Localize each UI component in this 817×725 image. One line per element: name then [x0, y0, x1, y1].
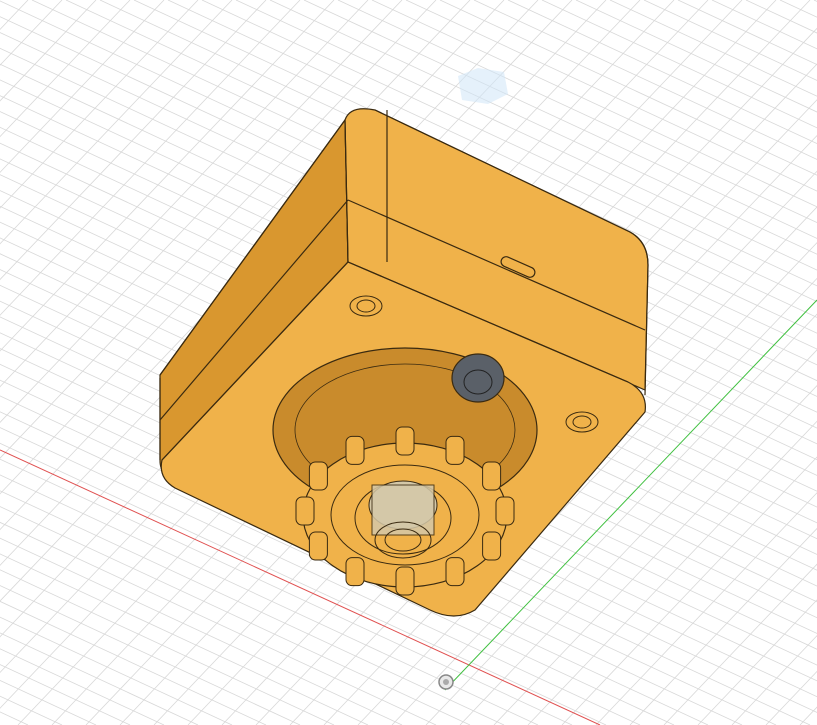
knurl-tooth	[482, 531, 502, 561]
model-canvas[interactable]	[0, 0, 817, 725]
lens-icon	[451, 353, 505, 403]
knurl-tooth	[482, 461, 502, 491]
knurl-tooth	[395, 426, 415, 456]
knurl-tooth	[445, 435, 465, 465]
knurl-tooth	[395, 566, 415, 596]
origin-marker-icon[interactable]	[438, 674, 454, 690]
part-body[interactable]	[159, 108, 649, 617]
knurl-tooth	[445, 557, 465, 587]
3d-viewport[interactable]	[0, 0, 817, 725]
knurl-tooth	[308, 461, 328, 491]
knurl-tooth	[345, 435, 365, 465]
knurl-tooth	[495, 496, 515, 526]
knurl-tooth	[345, 557, 365, 587]
view-cube-icon[interactable]	[458, 68, 508, 104]
knurl-tooth	[308, 531, 328, 561]
knurl-tooth	[295, 496, 315, 526]
